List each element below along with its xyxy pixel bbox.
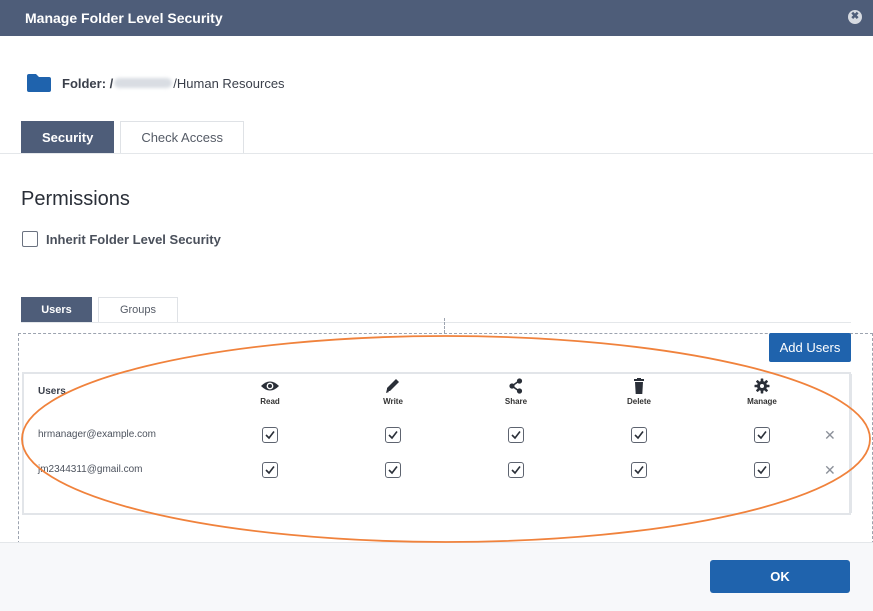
check-icon: [634, 466, 644, 475]
column-label: Write: [383, 397, 403, 406]
check-icon: [511, 431, 521, 440]
grid-scroll-divider: [851, 374, 852, 513]
subtabs-divider: [21, 322, 851, 323]
read-checkbox[interactable]: [262, 462, 278, 478]
check-icon: [265, 466, 275, 475]
check-icon: [388, 431, 398, 440]
column-read: Read: [240, 378, 300, 406]
subject-tabs: Users Groups: [21, 297, 178, 322]
add-users-button[interactable]: Add Users: [769, 333, 851, 362]
column-label: Read: [260, 397, 280, 406]
column-share: Share: [486, 378, 546, 406]
users-column-header: Users: [38, 386, 66, 397]
delete-checkbox[interactable]: [631, 427, 647, 443]
trash-icon: [634, 378, 644, 394]
check-icon: [634, 431, 644, 440]
column-delete: Delete: [609, 378, 669, 406]
share-checkbox[interactable]: [508, 427, 524, 443]
dialog-titlebar: Manage Folder Level Security ✖: [0, 0, 873, 36]
remove-user-button[interactable]: ✕: [824, 425, 836, 445]
manage-checkbox[interactable]: [754, 462, 770, 478]
share-icon: [509, 378, 523, 394]
inherit-row: Inherit Folder Level Security: [22, 231, 221, 247]
close-icon: ✕: [824, 427, 836, 443]
pencil-icon: [386, 379, 399, 393]
dialog-title: Manage Folder Level Security: [25, 10, 223, 26]
write-checkbox[interactable]: [385, 462, 401, 478]
close-button[interactable]: ✖: [848, 10, 862, 24]
tab-users[interactable]: Users: [21, 297, 92, 322]
table-row: hrmanager@example.com ✕: [24, 425, 849, 447]
check-icon: [757, 466, 767, 475]
column-manage: Manage: [732, 378, 792, 406]
manage-checkbox[interactable]: [754, 427, 770, 443]
share-checkbox[interactable]: [508, 462, 524, 478]
folder-path: /Human Resources: [173, 75, 285, 91]
ok-button[interactable]: OK: [710, 560, 850, 593]
tab-security[interactable]: Security: [21, 121, 115, 153]
folder-redacted-segment: [114, 78, 173, 88]
main-tabs: Security Check Access: [21, 121, 244, 153]
write-checkbox[interactable]: [385, 427, 401, 443]
column-label: Delete: [626, 397, 651, 406]
folder-label: Folder: /: [62, 75, 114, 91]
close-icon: ✕: [824, 462, 836, 478]
column-label: Share: [504, 397, 528, 406]
table-row: jm2344311@gmail.com ✕: [24, 460, 849, 482]
read-checkbox[interactable]: [262, 427, 278, 443]
tab-groups[interactable]: Groups: [98, 297, 178, 322]
column-label: Manage: [747, 397, 777, 406]
tab-check-access[interactable]: Check Access: [120, 121, 244, 153]
check-icon: [265, 431, 275, 440]
inherit-checkbox[interactable]: [22, 231, 38, 247]
check-icon: [388, 466, 398, 475]
delete-checkbox[interactable]: [631, 462, 647, 478]
check-icon: [757, 431, 767, 440]
eye-icon: [261, 381, 279, 391]
permissions-title: Permissions: [21, 188, 130, 210]
permissions-grid: Users Read Write Share Delete Manage hrm…: [22, 372, 852, 515]
gear-icon: [754, 378, 770, 394]
close-icon: ✖: [850, 11, 860, 22]
inherit-label: Inherit Folder Level Security: [46, 231, 221, 247]
tabs-divider: [0, 153, 873, 154]
column-write: Write: [363, 378, 423, 406]
user-email: hrmanager@example.com: [38, 429, 156, 440]
check-icon: [511, 466, 521, 475]
dashed-connector: [444, 318, 445, 333]
remove-user-button[interactable]: ✕: [824, 460, 836, 480]
folder-path-row: Folder: / /Human Resources: [26, 72, 285, 94]
folder-icon: [27, 74, 51, 92]
user-email: jm2344311@gmail.com: [38, 464, 143, 475]
